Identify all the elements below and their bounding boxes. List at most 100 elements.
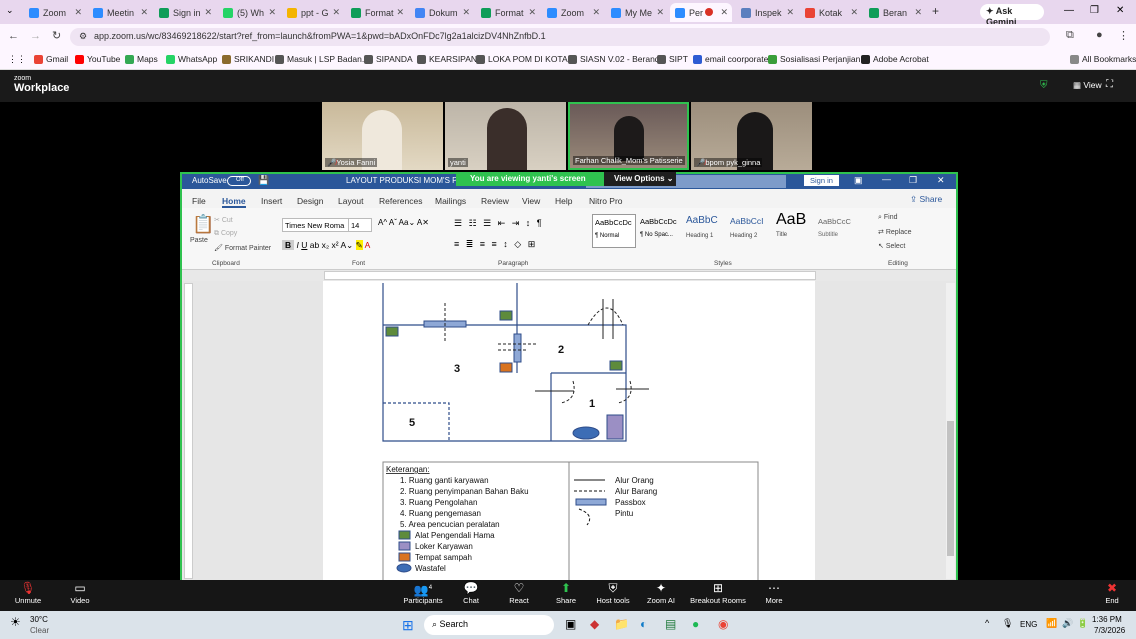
font-size-field[interactable]: 14 — [348, 218, 372, 232]
browser-tab-active[interactable]: Per ✕ — [670, 3, 732, 22]
bookmark[interactable]: LOKA POM DI KOTA... — [476, 54, 575, 64]
bookmark[interactable]: SRIKANDI — [222, 54, 274, 64]
video-tile[interactable]: 🎤̸Yosia Fanni — [322, 102, 443, 170]
style-heading-1[interactable]: AaBbC Heading 1 — [684, 214, 728, 248]
excel-icon[interactable]: ▤ — [665, 617, 676, 631]
task-view-icon[interactable]: ▣ — [565, 617, 576, 631]
style-subtitle[interactable]: AaBbCcC Subtitle — [816, 214, 860, 248]
close-icon[interactable]: ✕ — [268, 7, 276, 18]
profile-icon[interactable]: ● — [1096, 29, 1103, 41]
video-button[interactable]: ▭ Video — [52, 581, 108, 605]
language-indicator[interactable]: ENG — [1020, 620, 1037, 629]
document-page[interactable]: 3 2 1 5 Keterangan: 1. Ruang ganti karya… — [323, 281, 815, 582]
tab-review[interactable]: Review — [481, 196, 509, 206]
paste-icon[interactable]: 📋 — [192, 214, 214, 235]
video-tile[interactable]: 🎤̸bpom pyk_ginna — [691, 102, 812, 170]
browser-tab[interactable]: Format ✕ — [346, 3, 408, 22]
close-window-icon[interactable]: ✕ — [1116, 5, 1124, 16]
close-icon[interactable]: ✕ — [786, 7, 794, 18]
mic-icon[interactable]: 🎙 — [1002, 618, 1013, 629]
style-title[interactable]: AaB Title — [772, 211, 812, 248]
wifi-icon[interactable]: 📶 — [1046, 618, 1057, 629]
font-format-icons[interactable]: B I U ab x₂ x² A⌄ ✎ A — [282, 240, 370, 251]
bookmark[interactable]: Gmail — [34, 54, 68, 64]
browser-tab[interactable]: Sign in ✕ — [154, 3, 216, 22]
close-icon[interactable]: ✕ — [850, 7, 858, 18]
bookmark[interactable]: WhatsApp — [166, 54, 217, 64]
bookmark[interactable]: SIASN V.02 - Beranda — [568, 54, 664, 64]
browser-tab[interactable]: Beran ✕ — [864, 3, 926, 22]
battery-icon[interactable]: 🔋 — [1077, 618, 1088, 629]
style-no-spacing[interactable]: AaBbCcDc ¶ No Spac... — [638, 214, 682, 248]
apps-icon[interactable]: ⋮⋮ — [8, 54, 26, 65]
close-icon[interactable]: ✕ — [528, 7, 536, 18]
tab-nitro-pro[interactable]: Nitro Pro — [589, 196, 623, 206]
clock-date[interactable]: 7/3/2026 — [1094, 626, 1125, 635]
tab-layout[interactable]: Layout — [338, 196, 364, 206]
bookmark[interactable]: Maps — [125, 54, 158, 64]
tab-help[interactable]: Help — [555, 196, 572, 206]
chrome-icon[interactable]: ◉ — [718, 617, 728, 631]
tab-references[interactable]: References — [379, 196, 422, 206]
horizontal-ruler[interactable] — [182, 270, 956, 281]
tab-search-icon[interactable]: ⌄ — [6, 5, 14, 16]
end-button[interactable]: ✖ End — [1084, 581, 1136, 605]
tab-view[interactable]: View — [522, 196, 540, 206]
bookmark[interactable]: Adobe Acrobat — [861, 54, 929, 64]
video-tile-active-speaker[interactable]: Farhan Chalik_Mom's Patisserie — [568, 102, 689, 170]
spotify-icon[interactable]: ● — [692, 617, 699, 631]
bookmark[interactable]: SIPT — [657, 54, 688, 64]
file-explorer-icon[interactable]: 📁 — [614, 617, 629, 631]
browser-tab[interactable]: Meetin ✕ — [88, 3, 152, 22]
close-icon[interactable]: ✕ — [720, 7, 728, 18]
browser-tab[interactable]: My Me ✕ — [606, 3, 668, 22]
cut-button[interactable]: ✂ Cut — [214, 216, 233, 224]
select-button[interactable]: ↖ Select — [878, 242, 905, 250]
new-tab-icon[interactable]: + — [932, 4, 939, 18]
bookmark[interactable]: YouTube — [75, 54, 120, 64]
reload-icon[interactable]: ↻ — [52, 29, 61, 42]
close-icon[interactable]: ✕ — [140, 7, 148, 18]
close-icon[interactable]: ✕ — [332, 7, 340, 18]
ask-gemini-button[interactable]: ✦ Ask Gemini — [980, 4, 1044, 27]
style-heading-2[interactable]: AaBbCcI Heading 2 — [728, 214, 772, 248]
autosave-toggle[interactable]: Off — [227, 176, 251, 186]
browser-tab[interactable]: Format ✕ — [476, 3, 540, 22]
share-button[interactable]: ⇪ Share — [910, 194, 942, 205]
signin-button[interactable]: Sign in — [804, 175, 839, 186]
browser-tab[interactable]: Inspek ✕ — [736, 3, 798, 22]
bookmark[interactable]: SIPANDA — [364, 54, 413, 64]
list-icons[interactable]: ☰ ☷ ☰ ⇤ ⇥ ↕ ¶ — [454, 218, 544, 229]
browser-tab[interactable]: Dokum ✕ — [410, 3, 474, 22]
bookmark[interactable]: KEARSIPAN — [417, 54, 477, 64]
close-icon[interactable]: ✕ — [462, 7, 470, 18]
replace-button[interactable]: ⇄ Replace — [878, 228, 912, 236]
extensions-icon[interactable]: ⧉ — [1066, 29, 1074, 42]
bookmark[interactable]: Sosialisasi Perjanjian... — [768, 54, 867, 64]
close-icon[interactable]: ✕ — [937, 175, 945, 186]
view-options-button[interactable]: View Options ⌄ — [604, 172, 676, 186]
vertical-scrollbar[interactable] — [946, 283, 955, 579]
video-tile[interactable]: yanti — [445, 102, 566, 170]
more-button[interactable]: ⋯ More — [746, 581, 802, 605]
close-icon[interactable]: ✕ — [592, 7, 600, 18]
copy-button[interactable]: ⧉ Copy — [214, 230, 237, 238]
close-icon[interactable]: ✕ — [204, 7, 212, 18]
view-button[interactable]: ▦ View — [1073, 80, 1102, 91]
style-normal[interactable]: AaBbCcDc ¶ Normal — [592, 214, 636, 248]
minimize-icon[interactable]: — — [1064, 5, 1074, 16]
save-icon[interactable]: 💾 — [258, 175, 269, 186]
restore-icon[interactable]: ❐ — [909, 175, 917, 186]
forward-icon[interactable]: → — [30, 30, 41, 42]
edge-icon[interactable]: ◐ — [640, 617, 647, 631]
tray-chevron-icon[interactable]: ^ — [985, 618, 989, 628]
browser-tab[interactable]: (5) Wh ✕ — [218, 3, 280, 22]
browser-tab[interactable]: Kotak ✕ — [800, 3, 862, 22]
paste-label[interactable]: Paste — [190, 237, 208, 244]
maximize-icon[interactable]: ❐ — [1090, 5, 1099, 16]
breakout-rooms-button[interactable]: ⊞ Breakout Rooms — [685, 581, 751, 605]
all-bookmarks[interactable]: All Bookmarks — [1070, 54, 1136, 64]
format-painter-button[interactable]: 🖌 Format Painter — [214, 244, 271, 252]
menu-icon[interactable]: ⋮ — [1118, 29, 1129, 42]
bookmark[interactable]: email coorporate — [693, 54, 768, 64]
